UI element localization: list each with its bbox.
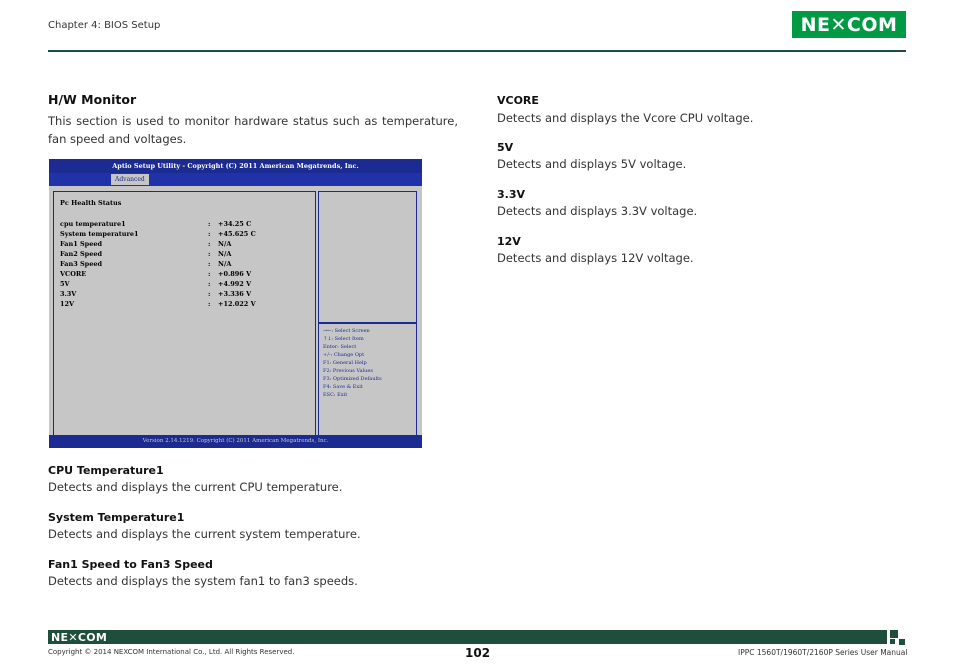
bios-row-fan2-speed[interactable]: Fan2 Speed : N/A [60,250,310,260]
page-number: 102 [465,646,491,660]
system-temperature-desc: Detects and displays the current system … [48,527,361,541]
help-line: ESC: Exit [323,392,348,398]
bios-row-colon: : [208,230,211,238]
bios-tab-bar: Advanced [49,173,422,186]
help-line: Enter: Select [323,344,357,350]
bios-row-label: Fan1 Speed [60,240,103,248]
bios-row-vcore[interactable]: VCORE : +0.896 V [60,270,310,280]
help-line: F1: General Help [323,360,367,366]
bios-row-colon: : [208,270,211,278]
bios-row-value: +45.625 C [218,230,256,238]
bios-row-value: N/A [218,260,232,268]
3v3-title: 3.3V [497,188,525,201]
footer-bar [48,630,887,644]
bios-row-cpu-temperature[interactable]: cpu temperature1 : +34.25 C [60,220,310,230]
bios-title-bar: Aptio Setup Utility - Copyright (C) 2011… [49,159,422,173]
help-line: +/-: Change Opt [323,352,365,358]
bios-row-label: VCORE [60,270,87,278]
help-line: →←: Select Screen [323,328,370,334]
bios-row-5v[interactable]: 5V : +4.992 V [60,280,310,290]
footer-square-icon [899,639,905,645]
section-title: H/W Monitor [48,92,137,107]
5v-title: 5V [497,141,514,154]
bios-row-colon: : [208,280,211,288]
help-line: F4: Save & Exit [323,384,363,390]
bios-row-value: +0.896 V [218,270,252,278]
help-line: F3: Optimized Defaults [323,376,382,382]
12v-desc: Detects and displays 12V voltage. [497,251,694,265]
help-line: ↑↓: Select Item [323,336,364,342]
bios-row-value: N/A [218,240,232,248]
cpu-temperature-desc: Detects and displays the current CPU tem… [48,480,343,494]
chapter-label: Chapter 4: BIOS Setup [48,20,161,31]
bios-row-colon: : [208,220,211,228]
3v3-desc: Detects and displays 3.3V voltage. [497,204,698,218]
bios-row-colon: : [208,260,211,268]
system-temperature-title: System Temperature1 [48,511,185,524]
bios-tab-advanced[interactable]: Advanced [111,174,149,185]
bios-row-value: +34.25 C [218,220,252,228]
section-description: This section is used to monitor hardware… [48,114,458,146]
bios-row-value: N/A [218,250,232,258]
vcore-desc: Detects and displays the Vcore CPU volta… [497,111,754,125]
bios-row-colon: : [208,290,211,298]
bios-row-colon: : [208,240,211,248]
footer-nexcom-logo: NE✕COM [51,631,108,644]
5v-desc: Detects and displays 5V voltage. [497,157,687,171]
footer-square-icon [890,630,898,638]
bios-row-value: +12.022 V [218,300,256,308]
manual-title: IPPC 1560T/1960T/2160P Series User Manua… [738,648,908,657]
header-divider [48,50,906,52]
bios-row-label: 3.3V [60,290,77,298]
fan-speed-desc: Detects and displays the system fan1 to … [48,574,358,588]
cpu-temperature-title: CPU Temperature1 [48,464,164,477]
bios-row-value: +4.992 V [218,280,252,288]
bios-row-12v[interactable]: 12V : +12.022 V [60,300,310,310]
bios-row-label: 5V [60,280,70,288]
bios-help-panel [318,191,417,323]
bios-row-value: +3.336 V [218,290,252,298]
bios-row-3v3[interactable]: 3.3V : +3.336 V [60,290,310,300]
vcore-title: VCORE [497,94,539,107]
bios-row-label: Fan2 Speed [60,250,103,258]
bios-row-fan3-speed[interactable]: Fan3 Speed : N/A [60,260,310,270]
fan-speed-title: Fan1 Speed to Fan3 Speed [48,558,213,571]
bios-row-label: Fan3 Speed [60,260,103,268]
footer-square-icon [890,639,895,644]
bios-row-label: cpu temperature1 [60,220,126,228]
bios-row-label: 12V [60,300,75,308]
bios-screenshot: Aptio Setup Utility - Copyright (C) 2011… [49,159,422,448]
bios-row-fan1-speed[interactable]: Fan1 Speed : N/A [60,240,310,250]
copyright: Copyright © 2014 NEXCOM International Co… [48,648,295,656]
bios-row-label: System temperature1 [60,230,139,238]
bios-key-legend: →←: Select Screen ↑↓: Select Item Enter:… [318,323,417,436]
12v-title: 12V [497,235,521,248]
nexcom-logo: NE✕COM [792,11,906,38]
pc-health-status-title: Pc Health Status [60,199,122,207]
bios-row-colon: : [208,250,211,258]
bios-row-colon: : [208,300,211,308]
bios-row-system-temperature[interactable]: System temperature1 : +45.625 C [60,230,310,240]
bios-version-bar: Version 2.14.1219. Copyright (C) 2011 Am… [49,435,422,448]
help-line: F2: Previous Values [323,368,373,374]
